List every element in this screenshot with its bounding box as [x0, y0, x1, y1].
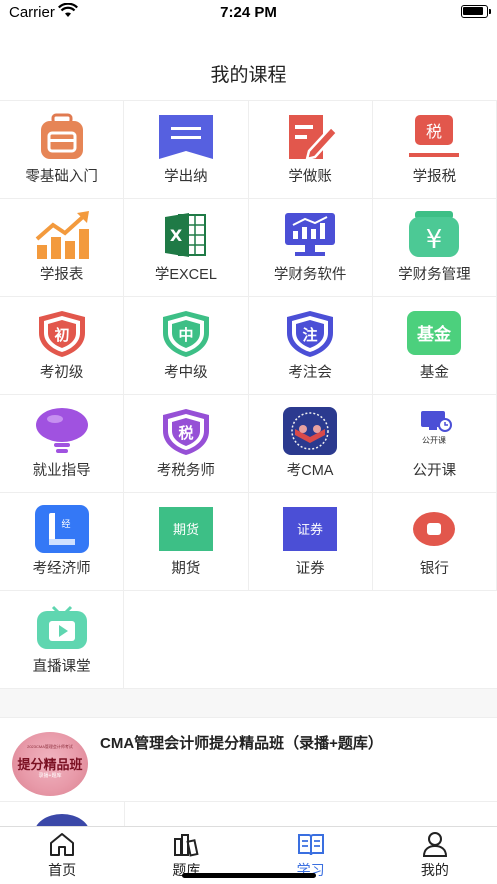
category-career-guidance[interactable]: 就业指导	[0, 395, 125, 493]
category-label: 学出纳	[164, 169, 208, 185]
page-title: 我的课程	[210, 65, 287, 86]
category-label: 基金	[419, 365, 449, 381]
category-cashier[interactable]: 学出纳	[124, 101, 249, 199]
bank-icon	[413, 512, 456, 546]
bookmark-icon	[158, 115, 213, 159]
category-futures[interactable]: 期货 期货	[124, 493, 249, 591]
study-icon	[297, 834, 324, 856]
category-label: 直播课堂	[32, 659, 91, 675]
category-exam-junior[interactable]: 初 考初级	[0, 297, 125, 395]
user-icon	[422, 832, 447, 857]
svg-text:经: 经	[61, 518, 70, 530]
category-securities[interactable]: 证券 证券	[249, 493, 373, 591]
fund-icon: 基金	[407, 311, 462, 355]
home-indicator[interactable]	[182, 873, 316, 878]
category-label: 考税务师	[156, 463, 215, 479]
svg-text:税: 税	[178, 424, 193, 442]
svg-text:证券: 证券	[297, 522, 323, 538]
open-class-icon: 公开课	[421, 411, 453, 445]
futures-icon: 期货	[158, 507, 213, 551]
svg-text:初: 初	[54, 326, 69, 344]
svg-text:税: 税	[426, 122, 442, 141]
tab-label: 首页	[48, 862, 77, 878]
course-title: CMA管理会计师提分精品班（录播+题库）	[100, 735, 383, 752]
category-finance-software[interactable]: 学财务软件	[249, 199, 373, 297]
backpack-icon	[40, 113, 83, 159]
category-excel[interactable]: X 学EXCEL	[124, 199, 249, 297]
tv-live-icon	[36, 605, 87, 649]
category-exam-intermediate[interactable]: 中 考中级	[124, 297, 249, 395]
category-fund[interactable]: 基金 基金	[373, 297, 497, 395]
category-label: 考CMA	[286, 463, 334, 479]
shield-shui-icon: 税	[162, 409, 209, 455]
shield-zhu-icon: 注	[287, 311, 334, 357]
category-label: 学财务管理	[398, 267, 471, 283]
svg-text:期货: 期货	[173, 522, 199, 538]
category-exam-cma[interactable]: 考CMA	[249, 395, 373, 493]
excel-icon: X	[164, 213, 206, 257]
category-live-class[interactable]: 直播课堂	[0, 591, 125, 689]
category-label: 考经济师	[32, 561, 91, 577]
monitor-chart-icon	[285, 213, 336, 256]
lightbulb-icon	[35, 408, 88, 453]
securities-icon: 证券	[283, 507, 338, 551]
category-open-class[interactable]: 公开课 公开课	[373, 395, 497, 493]
tax-stamp-icon: 税	[409, 115, 460, 157]
svg-text:基金: 基金	[416, 324, 452, 345]
category-exam-tax-advisor[interactable]: 税 考税务师	[124, 395, 249, 493]
category-label: 考注会	[288, 365, 332, 381]
category-label: 学财务软件	[273, 267, 347, 283]
svg-text:公开课: 公开课	[422, 436, 446, 445]
tab-mine[interactable]: 我的	[373, 827, 497, 884]
category-bookkeeping[interactable]: 学做账	[249, 101, 373, 199]
category-exam-cpa[interactable]: 注 考注会	[249, 297, 373, 395]
yuan-bag-icon: ¥	[409, 211, 460, 257]
category-label: 学EXCEL	[154, 267, 217, 283]
grid-empty-cell	[124, 591, 248, 689]
svg-text:X: X	[170, 226, 183, 245]
tab-home[interactable]: 首页	[0, 827, 124, 884]
bar-chart-icon	[35, 211, 89, 259]
category-label: 期货	[171, 561, 201, 577]
category-exam-economist[interactable]: 经 考经济师	[0, 493, 125, 591]
category-grid: 零基础入门 学出纳 学做账 税 学报税 学报表 X 学EXCEL 学财务软件 ¥…	[0, 100, 497, 689]
category-label: 学报税	[412, 169, 457, 185]
book-jing-icon: 经	[34, 505, 89, 553]
category-label: 银行	[419, 561, 449, 577]
shield-zhong-icon: 中	[162, 311, 209, 357]
course-thumbnail: 2023CMA管理会计师考试 提分精品班 录播+题库	[12, 732, 88, 796]
category-finance-management[interactable]: ¥ 学财务管理	[373, 199, 497, 297]
shield-chu-icon: 初	[38, 311, 85, 357]
grid-empty-cell	[249, 591, 373, 689]
section-divider	[0, 688, 497, 718]
category-bank[interactable]: 银行	[373, 493, 497, 591]
home-icon	[50, 833, 75, 856]
category-label: 考初级	[39, 365, 84, 381]
status-bar: Carrier 7:24 PM	[0, 0, 497, 26]
category-label: 零基础入门	[25, 169, 98, 185]
clock: 7:24 PM	[220, 4, 277, 21]
grid-empty-cell	[373, 591, 497, 689]
battery-icon	[461, 5, 491, 18]
category-label: 考中级	[164, 365, 208, 381]
category-tax-filing[interactable]: 税 学报税	[373, 101, 497, 199]
category-label: 公开课	[412, 463, 457, 479]
tab-label: 我的	[420, 862, 449, 878]
category-reports[interactable]: 学报表	[0, 199, 125, 297]
category-label: 学做账	[288, 169, 332, 185]
category-zero-basics[interactable]: 零基础入门	[0, 101, 125, 199]
course-item[interactable]: 2023CMA管理会计师考试 提分精品班 录播+题库 CMA管理会计师提分精品班…	[0, 718, 497, 802]
cma-icon	[283, 407, 338, 455]
ledger-pen-icon	[289, 115, 338, 161]
svg-text:中: 中	[178, 326, 193, 344]
books-icon	[174, 834, 199, 857]
category-label: 就业指导	[32, 463, 91, 479]
category-label: 学报表	[39, 267, 84, 283]
svg-text:¥: ¥	[426, 225, 443, 255]
category-label: 证券	[295, 561, 325, 577]
svg-text:注: 注	[303, 326, 318, 344]
